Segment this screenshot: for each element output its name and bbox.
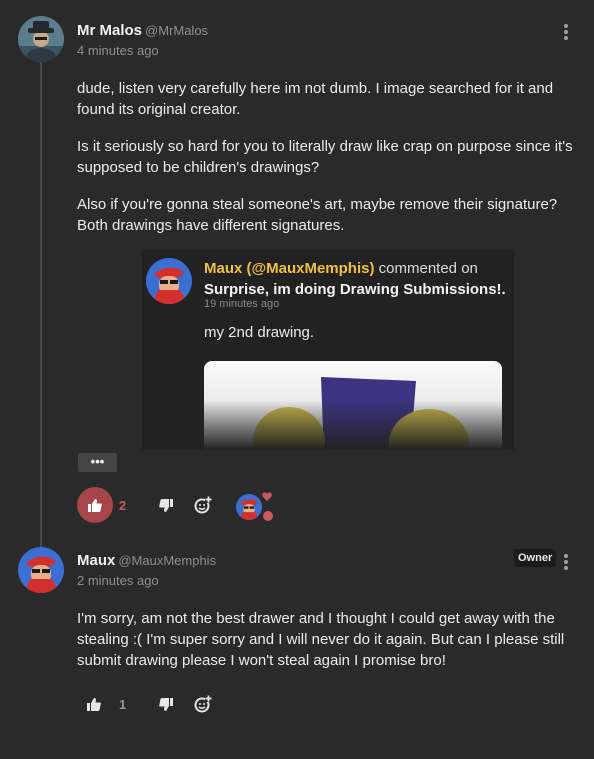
comment-timestamp[interactable]: 2 minutes ago [77, 573, 159, 588]
comment-paragraph: I'm sorry, am not the best drawer and I … [77, 610, 565, 669]
thumbs-up-icon [88, 498, 102, 512]
avatar[interactable] [18, 547, 64, 593]
owner-badge: Owner [514, 549, 557, 567]
embed-post-title[interactable]: Surprise, im doing Drawing Submissions!. [204, 279, 506, 300]
avatar[interactable] [18, 16, 64, 62]
comment-author[interactable]: Maux @MauxMemphis [77, 552, 216, 569]
dislike-button[interactable] [155, 494, 177, 516]
kebab-menu-icon[interactable] [564, 554, 568, 572]
comment-paragraph: dude, listen very carefully here im not … [77, 80, 554, 118]
comment-timestamp[interactable]: 4 minutes ago [77, 43, 159, 58]
author-handle[interactable]: @MauxMemphis [118, 553, 216, 568]
thumbs-up-icon [87, 697, 101, 711]
embed-author[interactable]: Maux (@MauxMemphis) [204, 260, 374, 277]
dislike-button[interactable] [155, 693, 177, 715]
comment-author[interactable]: Mr Malos @MrMalos [77, 22, 208, 39]
author-name[interactable]: Mr Malos [77, 22, 142, 39]
reaction-dot [263, 511, 273, 521]
embed-timestamp[interactable]: 19 minutes ago [204, 298, 279, 310]
like-button[interactable] [77, 487, 113, 523]
embed-header: Maux (@MauxMemphis) commented on [204, 258, 478, 279]
embed-avatar [146, 258, 192, 304]
thumbs-down-icon [159, 498, 173, 512]
reaction-avatars[interactable] [236, 492, 276, 522]
thread-line [40, 62, 42, 550]
author-handle[interactable]: @MrMalos [145, 23, 208, 38]
thumbs-down-icon [159, 697, 173, 711]
embedded-comment[interactable]: Maux (@MauxMemphis) commented on Surpris… [142, 250, 514, 450]
like-count: 2 [119, 498, 127, 513]
embed-text: my 2nd drawing. [204, 324, 315, 341]
kebab-menu-icon[interactable] [564, 24, 568, 42]
comment-paragraph: Also if you're gonna steal someone's art… [77, 196, 558, 234]
add-reaction-icon [194, 695, 212, 713]
like-button[interactable] [83, 693, 105, 715]
author-name[interactable]: Maux [77, 552, 115, 569]
comment-paragraph: Is it seriously so hard for you to liter… [77, 138, 573, 176]
like-count: 1 [119, 697, 127, 712]
show-more-button[interactable]: ••• [78, 453, 117, 472]
add-reaction-button[interactable] [192, 494, 214, 516]
add-reaction-button[interactable] [192, 693, 214, 715]
add-reaction-icon [194, 496, 212, 514]
embed-action: commented on [378, 260, 478, 277]
heart-icon [262, 492, 272, 501]
reactor-avatar [236, 494, 262, 520]
embed-fade [142, 400, 514, 450]
